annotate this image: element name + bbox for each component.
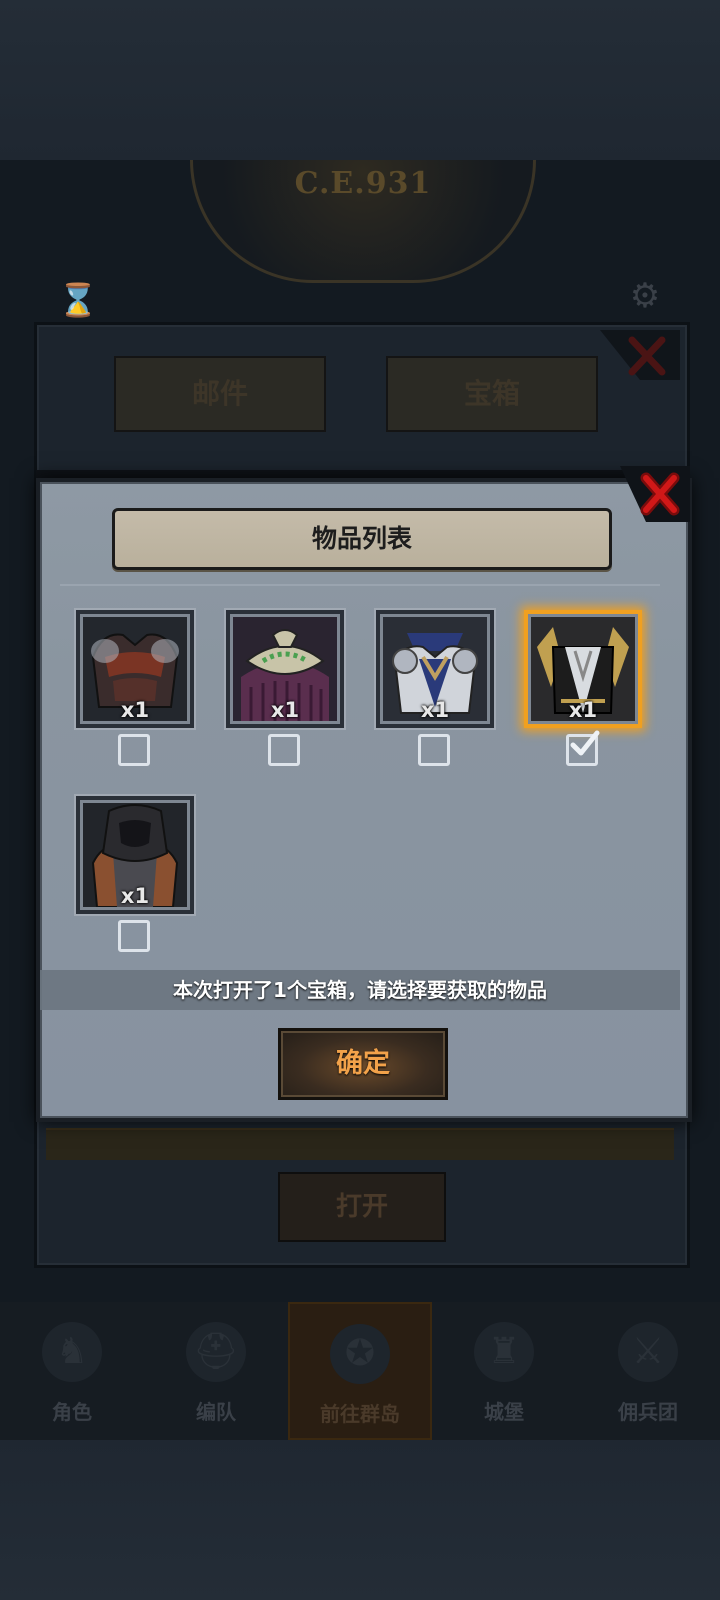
year-badge: C.E.931 (190, 160, 536, 283)
item-checkbox-2[interactable] (268, 734, 300, 766)
tab-mail: 邮件 (114, 356, 326, 432)
item-checkbox-3[interactable] (418, 734, 450, 766)
dialog-title: 物品列表 (311, 524, 412, 553)
soldier-icon: ⚔ (618, 1322, 678, 1382)
nav-item-islands: ✪ 前往群岛 (288, 1302, 432, 1440)
nav-label: 角色 (52, 1400, 92, 1424)
nav-label: 城堡 (484, 1400, 524, 1424)
nav-label: 前往群岛 (320, 1402, 400, 1426)
item-card-golden-dark-armor[interactable]: x1 (524, 610, 642, 728)
item-checkbox-4[interactable] (566, 730, 600, 766)
title-banner: 物品列表 (112, 508, 612, 570)
item-quantity: x1 (120, 698, 150, 722)
info-text: 本次打开了1个宝箱，请选择要获取的物品 (173, 978, 547, 1002)
item-checkbox-5[interactable] (118, 920, 150, 952)
nav-label: 佣兵团 (618, 1400, 678, 1424)
mail-panel-close-icon (600, 330, 680, 380)
bottom-navigation: ♞ 角色 ⛑ 编队 ✪ 前往群岛 ♜ 城堡 ⚔ 佣兵团 (0, 1302, 720, 1440)
item-card-silver-blue-armor[interactable]: x1 (376, 610, 494, 728)
item-quantity: x1 (420, 698, 450, 722)
confirm-label: 确定 (336, 1048, 390, 1079)
chest-row-background (46, 1128, 674, 1160)
top-letterbox (0, 0, 720, 160)
item-card-hooded-leather-armor[interactable]: x1 (76, 796, 194, 914)
helmet-icon: ⛑ (186, 1322, 246, 1382)
nav-item-mercenary: ⚔ 佣兵团 (576, 1302, 720, 1440)
confirm-button[interactable]: 确定 (278, 1028, 448, 1100)
item-checkbox-1[interactable] (118, 734, 150, 766)
item-card-dark-plate-armor[interactable]: x1 (76, 610, 194, 728)
tab-chest: 宝箱 (386, 356, 598, 432)
knight-icon: ♞ (42, 1322, 102, 1382)
year-text: C.E.931 (294, 166, 432, 201)
hourglass-icon: ⌛ (58, 281, 98, 319)
open-button-background: 打开 (278, 1172, 446, 1242)
nav-item-formation: ⛑ 编队 (144, 1302, 288, 1440)
castle-icon: ♜ (474, 1322, 534, 1382)
compass-icon: ✪ (330, 1324, 390, 1384)
checkmark-icon (570, 730, 600, 756)
nav-label: 编队 (196, 1400, 236, 1424)
item-quantity: x1 (120, 884, 150, 908)
item-quantity: x1 (568, 698, 598, 722)
nav-item-character: ♞ 角色 (0, 1302, 144, 1440)
divider (60, 584, 660, 586)
close-icon[interactable] (620, 466, 690, 522)
bottom-letterbox (0, 1440, 720, 1600)
item-quantity: x1 (270, 698, 300, 722)
gear-icon: ⚙ (629, 276, 661, 316)
item-card-purple-robe[interactable]: x1 (226, 610, 344, 728)
nav-item-castle: ♜ 城堡 (432, 1302, 576, 1440)
